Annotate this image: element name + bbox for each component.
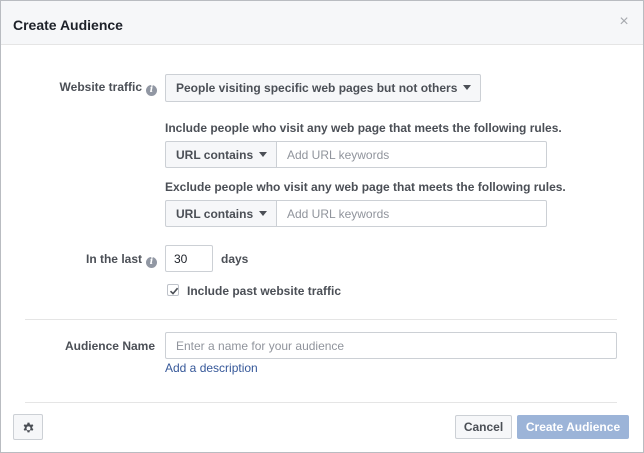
include-url-operator-label: URL contains [176,148,254,162]
include-past-traffic-label[interactable]: Include past website traffic [187,283,341,299]
days-unit-label: days [221,252,249,266]
caret-down-icon [463,85,472,90]
gear-icon [23,422,34,433]
caret-down-icon [259,211,268,216]
exclude-url-keywords-input[interactable] [276,200,547,227]
in-the-last-label: In the last [85,252,142,266]
dialog-title: Create Audience [13,17,123,33]
create-audience-button[interactable]: Create Audience [517,415,629,439]
footer-divider [25,402,617,403]
include-past-traffic-checkbox[interactable] [167,284,179,296]
exclude-rule-group: URL contains [165,200,547,227]
include-rule-text: Include people who visit any web page th… [165,121,562,135]
include-url-keywords-input[interactable] [276,141,547,168]
website-traffic-label: Website traffic [59,80,142,94]
in-the-last-label-row: In the last i [41,251,157,268]
settings-button[interactable] [13,414,43,440]
include-rule-group: URL contains [165,141,547,168]
info-icon[interactable]: i [146,257,157,268]
include-url-operator-select[interactable]: URL contains [165,141,277,168]
exclude-rule-text: Exclude people who visit any web page th… [165,180,566,194]
audience-name-input[interactable] [165,332,617,359]
website-traffic-label-row: Website traffic i [41,79,157,96]
close-icon[interactable]: × [617,14,631,30]
create-audience-dialog: Create Audience × Website traffic i Peopl… [0,0,644,453]
info-icon[interactable]: i [146,85,157,96]
exclude-url-operator-select[interactable]: URL contains [165,200,277,227]
cancel-button[interactable]: Cancel [455,415,512,439]
website-traffic-selected-value: People visiting specific web pages but n… [176,81,458,95]
dialog-header: Create Audience × [1,1,643,45]
website-traffic-select[interactable]: People visiting specific web pages but n… [165,74,481,102]
add-description-link[interactable]: Add a description [165,360,258,376]
check-icon [169,287,179,295]
caret-down-icon [259,152,268,157]
audience-name-label: Audience Name [64,339,155,353]
days-input[interactable] [165,245,213,272]
section-divider [25,319,617,320]
exclude-url-operator-label: URL contains [176,207,254,221]
